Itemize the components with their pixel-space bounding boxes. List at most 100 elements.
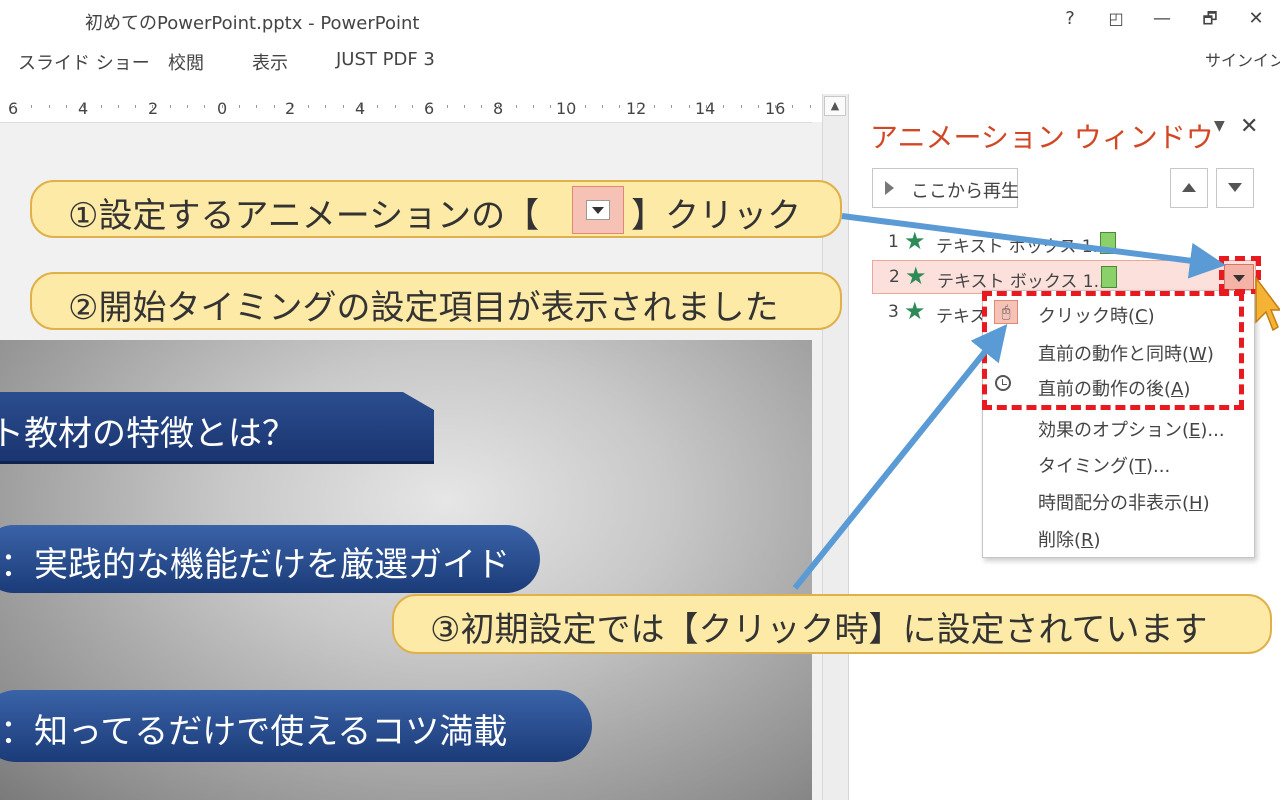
animation-item-name: テキスト ボックス 1... bbox=[936, 237, 1109, 257]
tab-just-pdf[interactable]: JUST PDF 3 bbox=[336, 49, 435, 70]
star-icon: ★ bbox=[905, 262, 927, 290]
signin-link[interactable]: サインイン bbox=[1205, 47, 1280, 71]
slide-title-shape[interactable]: ト教材の特徴とは？ bbox=[0, 392, 434, 464]
ruler-tick bbox=[152, 105, 153, 108]
ruler-tick bbox=[706, 105, 707, 108]
ruler-tick bbox=[395, 105, 396, 108]
menu-item-remove[interactable]: 削除(R) bbox=[1038, 526, 1101, 552]
ruler-tick bbox=[308, 105, 309, 108]
ruler-tick bbox=[274, 105, 275, 108]
ruler-tick bbox=[325, 105, 326, 108]
ruler-label: 2 bbox=[285, 99, 296, 118]
ruler-tick bbox=[464, 105, 465, 108]
ruler-label: 16 bbox=[765, 99, 786, 118]
ruler-tick bbox=[481, 105, 482, 108]
ruler-tick bbox=[412, 105, 413, 108]
ruler-tick bbox=[723, 105, 724, 108]
arrow-down-icon bbox=[1228, 183, 1242, 192]
tab-view[interactable]: 表示 bbox=[252, 49, 288, 75]
instruction-callout-1: ①設定するアニメーションの【 】クリック bbox=[30, 180, 842, 238]
restore-button[interactable]: 🗗 bbox=[1196, 6, 1224, 32]
move-down-button[interactable] bbox=[1216, 168, 1254, 208]
ruler-label: 6 bbox=[424, 99, 435, 118]
animation-item-2[interactable]: 2 ★ テキスト ボックス 1... bbox=[872, 260, 1256, 294]
ruler-tick bbox=[516, 105, 517, 108]
ruler-label: 4 bbox=[355, 99, 366, 118]
ruler-tick bbox=[533, 105, 534, 108]
ruler-tick bbox=[101, 105, 102, 108]
ruler-tick bbox=[66, 105, 67, 108]
pane-close-icon[interactable]: ✕ bbox=[1240, 114, 1258, 139]
menu-item-timing[interactable]: タイミング(T)... bbox=[1038, 452, 1170, 478]
mouse-cursor-icon bbox=[1255, 276, 1280, 332]
ruler-tick bbox=[429, 105, 430, 108]
ruler-tick bbox=[49, 105, 50, 108]
ruler-tick bbox=[187, 105, 188, 108]
slide-textbox-2[interactable]: ：実践的な機能だけを厳選ガイド bbox=[0, 525, 540, 593]
arrow-up-icon bbox=[1182, 183, 1196, 192]
ruler-tick bbox=[343, 105, 344, 108]
close-window-button[interactable]: ✕ bbox=[1242, 6, 1270, 32]
animation-pane-title: アニメーション ウィンドウ bbox=[870, 121, 1214, 154]
ruler-tick bbox=[135, 105, 136, 108]
animation-item-1[interactable]: 1 ★ テキスト ボックス 1... bbox=[872, 226, 1256, 260]
horizontal-ruler: 6 4 2 0 2 4 6 8 10 12 14 16 bbox=[0, 94, 812, 123]
menu-item-hide-timeline[interactable]: 時間配分の非表示(H) bbox=[1038, 489, 1210, 515]
ruler-tick bbox=[256, 105, 257, 108]
ruler-tick bbox=[568, 105, 569, 108]
tab-slideshow[interactable]: スライド ショー bbox=[18, 49, 150, 75]
ruler-label: 6 bbox=[8, 99, 19, 118]
ruler-tick bbox=[741, 105, 742, 108]
ruler-tick bbox=[792, 105, 793, 108]
ruler-tick bbox=[498, 105, 499, 108]
ruler-tick bbox=[619, 105, 620, 108]
callout-1-text-end: 】クリック bbox=[631, 196, 802, 236]
ruler-tick bbox=[550, 105, 551, 108]
animation-order-number: 2 bbox=[889, 267, 900, 287]
ruler-tick bbox=[14, 105, 15, 108]
scroll-up-arrow-icon[interactable]: ▲ bbox=[824, 96, 846, 116]
ruler-label: 2 bbox=[148, 99, 159, 118]
ruler-tick bbox=[585, 105, 586, 108]
ruler-tick bbox=[83, 105, 84, 108]
timing-options-highlight-box bbox=[982, 291, 1244, 410]
slide-textbox-3[interactable]: ：知ってるだけで使えるコツ満載 bbox=[0, 690, 592, 762]
ruler-tick bbox=[31, 105, 32, 108]
instruction-callout-2: ②開始タイミングの設定項目が表示されました bbox=[30, 272, 842, 330]
animation-item-name: テキスト ボックス 1... bbox=[937, 272, 1110, 292]
ruler-label: 10 bbox=[556, 99, 577, 118]
animation-item-name: テキス bbox=[936, 307, 987, 327]
ribbon-display-button[interactable]: ◰ bbox=[1102, 6, 1130, 32]
ruler-label: 0 bbox=[217, 99, 228, 118]
timeline-bar[interactable] bbox=[1101, 266, 1117, 288]
play-from-label: ここから再生 bbox=[911, 181, 1019, 202]
play-from-button[interactable]: ここから再生 bbox=[872, 168, 1019, 208]
play-icon bbox=[885, 181, 894, 195]
tab-review[interactable]: 校閲 bbox=[168, 49, 204, 75]
ruler-tick bbox=[222, 105, 223, 108]
ruler-tick bbox=[377, 105, 378, 108]
move-up-button[interactable] bbox=[1170, 168, 1208, 208]
ruler-tick bbox=[637, 105, 638, 108]
minimize-button[interactable]: — bbox=[1148, 6, 1176, 32]
ruler-label: 12 bbox=[626, 99, 647, 118]
instruction-callout-3: ③初期設定では【クリック時】に設定されています bbox=[392, 594, 1272, 654]
pane-options-chevron-icon[interactable]: ▼ bbox=[1214, 118, 1225, 134]
ruler-tick bbox=[204, 105, 205, 108]
ruler-tick bbox=[239, 105, 240, 108]
ruler-label: 8 bbox=[493, 99, 504, 118]
animation-order-number: 3 bbox=[888, 302, 899, 322]
ruler-tick bbox=[360, 105, 361, 108]
ruler-label: 14 bbox=[695, 99, 716, 118]
ruler-tick bbox=[671, 105, 672, 108]
ruler-tick bbox=[170, 105, 171, 108]
star-icon: ★ bbox=[904, 227, 926, 255]
ruler-tick bbox=[810, 105, 811, 108]
timeline-bar[interactable] bbox=[1100, 232, 1116, 254]
help-button[interactable]: ? bbox=[1056, 6, 1084, 32]
animation-order-number: 1 bbox=[888, 232, 899, 252]
star-icon: ★ bbox=[904, 297, 926, 325]
ruler-tick bbox=[602, 105, 603, 108]
ruler-tick bbox=[447, 105, 448, 108]
menu-item-effect-options[interactable]: 効果のオプション(E)... bbox=[1038, 416, 1225, 442]
